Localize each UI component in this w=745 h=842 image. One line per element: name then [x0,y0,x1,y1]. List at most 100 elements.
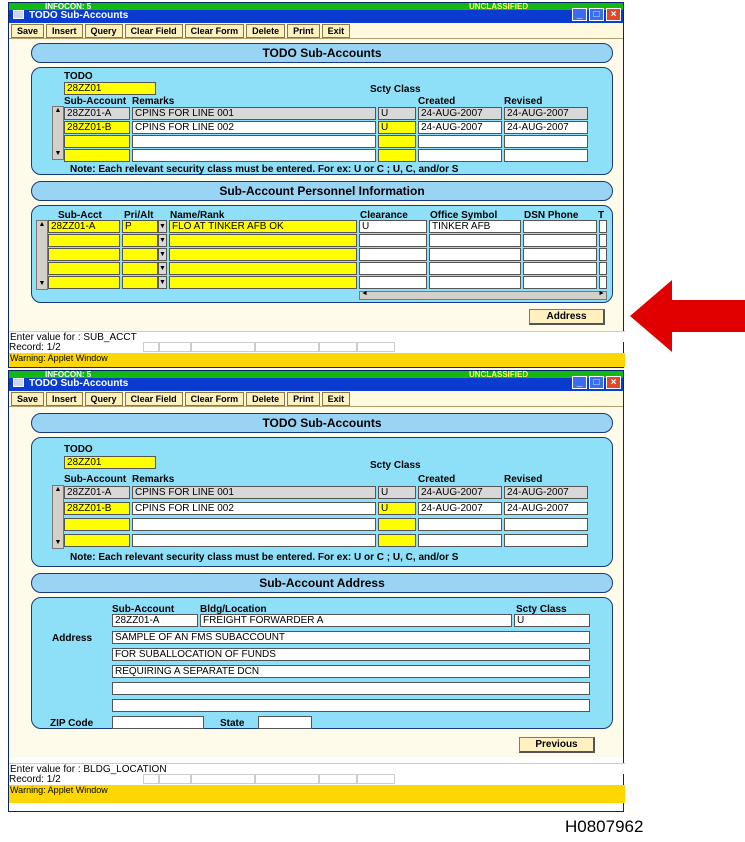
address-line-5[interactable] [112,699,590,712]
todo-field[interactable]: 28ZZ01 [64,456,156,469]
query-button[interactable]: Query [84,392,123,406]
maximize-icon[interactable]: □ [589,376,604,389]
row4-sub-account[interactable] [64,149,130,162]
p-row1-clearance[interactable]: U [359,220,427,233]
print-button[interactable]: Print [287,24,320,38]
row4-sub-account[interactable] [64,534,130,547]
close-icon[interactable]: × [606,376,621,389]
row3-scty[interactable] [378,135,416,148]
address-scty-field[interactable]: U [514,614,590,627]
p-row5-clearance[interactable] [359,276,427,289]
insert-button[interactable]: Insert [46,392,83,406]
row2-sub-account[interactable]: 28ZZ01-B [64,502,130,515]
query-button[interactable]: Query [84,24,123,38]
delete-button[interactable]: Delete [246,24,286,38]
close-icon[interactable]: × [606,8,621,21]
address-line-2[interactable]: FOR SUBALLOCATION OF FUNDS [112,648,590,661]
p-row1-name-rank[interactable]: FLO AT TINKER AFB OK [169,220,357,233]
scroll-down-icon[interactable]: ▼ [53,539,63,548]
exit-button[interactable]: Exit [321,392,351,406]
p-row4-clearance[interactable] [359,262,427,275]
address-line-1[interactable]: SAMPLE OF AN FMS SUBACCOUNT [112,631,590,644]
pri-alt-dropdown-icon[interactable]: ▼ [158,248,167,261]
horizontal-scrollbar[interactable]: ◄ ► [359,290,607,300]
row1-remarks[interactable]: CPINS FOR LINE 001 [132,107,376,120]
clear-form-button[interactable]: Clear Form [184,24,245,38]
row1-sub-account[interactable]: 28ZZ01-A [64,107,130,120]
row1-created[interactable]: 24-AUG-2007 [418,107,502,120]
minimize-icon[interactable]: _ [572,376,587,389]
p-row5-pri-alt[interactable] [122,276,158,289]
p-row4-t[interactable] [599,262,607,275]
row1-revised[interactable]: 24-AUG-2007 [504,486,588,499]
row2-scty[interactable]: U [378,121,416,134]
clear-form-button[interactable]: Clear Form [184,392,245,406]
row4-scty[interactable] [378,534,416,547]
maximize-icon[interactable]: □ [589,8,604,21]
records-scrollbar[interactable]: ▲ ▼ [52,485,64,549]
row3-sub-account[interactable] [64,135,130,148]
row2-scty[interactable]: U [378,502,416,515]
minimize-icon[interactable]: _ [572,8,587,21]
p-row3-sub-acct[interactable] [48,248,120,261]
p-row5-sub-acct[interactable] [48,276,120,289]
p-row5-t[interactable] [599,276,607,289]
p-row5-office-symbol[interactable] [429,276,521,289]
row3-remarks[interactable] [132,518,376,531]
row4-remarks[interactable] [132,534,376,547]
row1-revised[interactable]: 24-AUG-2007 [504,107,588,120]
p-row3-name-rank[interactable] [169,248,357,261]
row3-created[interactable] [418,518,502,531]
pri-alt-dropdown-icon[interactable]: ▼ [158,276,167,289]
state-field[interactable] [258,716,312,729]
p-row3-dsn-phone[interactable] [523,248,597,261]
title-bar[interactable]: INFOCON: 5 UNCLASSIFIED TODO Sub-Accounts… [9,3,623,23]
scroll-up-icon[interactable]: ▲ [53,486,63,495]
row2-created[interactable]: 24-AUG-2007 [418,121,502,134]
row4-created[interactable] [418,534,502,547]
address-button[interactable]: Address [529,309,605,325]
p-row4-office-symbol[interactable] [429,262,521,275]
pri-alt-dropdown-icon[interactable]: ▼ [158,234,167,247]
row4-revised[interactable] [504,149,588,162]
address-line-3[interactable]: REQUIRING A SEPARATE DCN [112,665,590,678]
row3-sub-account[interactable] [64,518,130,531]
row3-scty[interactable] [378,518,416,531]
p-row1-dsn-phone[interactable] [523,220,597,233]
todo-field[interactable]: 28ZZ01 [64,82,156,95]
p-row4-dsn-phone[interactable] [523,262,597,275]
p-row4-pri-alt[interactable] [122,262,158,275]
previous-button[interactable]: Previous [519,737,595,753]
p-row5-name-rank[interactable] [169,276,357,289]
bldg-location-field[interactable]: FREIGHT FORWARDER A [200,614,512,627]
scroll-up-icon[interactable]: ▲ [53,107,63,116]
row4-remarks[interactable] [132,149,376,162]
insert-button[interactable]: Insert [46,24,83,38]
row3-revised[interactable] [504,135,588,148]
exit-button[interactable]: Exit [321,24,351,38]
row4-revised[interactable] [504,534,588,547]
row2-remarks[interactable]: CPINS FOR LINE 002 [132,502,376,515]
save-button[interactable]: Save [11,392,45,406]
row1-scty[interactable]: U [378,107,416,120]
row1-remarks[interactable]: CPINS FOR LINE 001 [132,486,376,499]
p-row1-t[interactable] [599,220,607,233]
clear-field-button[interactable]: Clear Field [124,24,183,38]
p-row3-clearance[interactable] [359,248,427,261]
row2-created[interactable]: 24-AUG-2007 [418,502,502,515]
address-line-4[interactable] [112,682,590,695]
p-row5-dsn-phone[interactable] [523,276,597,289]
p-row2-pri-alt[interactable] [122,234,158,247]
save-button[interactable]: Save [11,24,45,38]
row4-created[interactable] [418,149,502,162]
row2-sub-account[interactable]: 28ZZ01-B [64,121,130,134]
title-bar[interactable]: INFOCON: 5 UNCLASSIFIED TODO Sub-Accounts… [9,371,623,391]
row3-created[interactable] [418,135,502,148]
print-button[interactable]: Print [287,392,320,406]
p-row4-name-rank[interactable] [169,262,357,275]
pri-alt-dropdown-icon[interactable]: ▼ [158,220,167,233]
p-row4-sub-acct[interactable] [48,262,120,275]
scroll-down-icon[interactable]: ▼ [37,280,47,289]
row3-remarks[interactable] [132,135,376,148]
row2-revised[interactable]: 24-AUG-2007 [504,502,588,515]
